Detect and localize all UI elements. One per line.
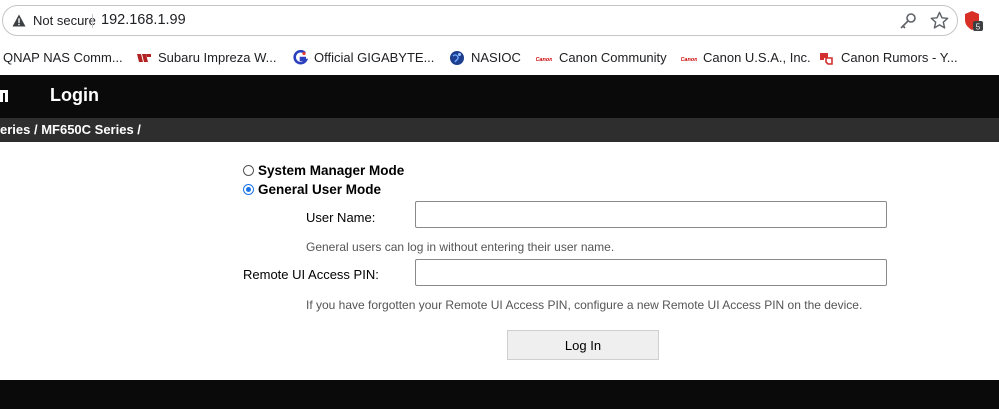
bookmark-subaru[interactable]: Subaru Impreza W... xyxy=(158,50,277,65)
user-name-label: User Name: xyxy=(306,210,376,225)
page-header: Login xyxy=(0,75,999,118)
page-footer xyxy=(0,380,999,409)
bookmark-gigabyte[interactable]: Official GIGABYTE... xyxy=(314,50,434,65)
page-title: Login xyxy=(50,85,99,105)
bookmark-canon-community[interactable]: Canon Community xyxy=(559,50,667,65)
breadcrumb-bar: eries / MF650C Series / xyxy=(0,118,999,142)
bookmarks-bar: QNAP NAS Comm... Subaru Impreza W... Off… xyxy=(0,42,999,75)
breadcrumb: eries / MF650C Series / xyxy=(0,122,141,137)
pin-hint: If you have forgotten your Remote UI Acc… xyxy=(306,298,863,312)
user-name-input[interactable] xyxy=(415,201,887,228)
canon-rumors-icon xyxy=(820,53,833,65)
user-name-hint: General users can log in without enterin… xyxy=(306,240,615,254)
general-user-mode-label: General User Mode xyxy=(258,182,382,197)
system-manager-mode-radio[interactable]: System Manager Mode xyxy=(243,163,404,178)
address-bar[interactable]: Not secure 192.168.1.99 xyxy=(2,5,958,36)
bookmark-nasioc[interactable]: NASIOC xyxy=(471,50,521,65)
canon-icon: Canon xyxy=(536,57,552,63)
nasioc-globe-icon xyxy=(450,51,464,65)
browser-toolbar: Not secure 192.168.1.99 5 xyxy=(0,0,999,42)
url-text[interactable]: 192.168.1.99 xyxy=(101,12,186,28)
gigabyte-icon xyxy=(293,50,308,65)
log-in-button[interactable]: Log In xyxy=(507,330,659,360)
extension-badge: 5 xyxy=(976,23,981,32)
canon-icon: Canon xyxy=(681,57,697,63)
bookmark-qnap[interactable]: QNAP NAS Comm... xyxy=(3,50,123,65)
radio-checked[interactable] xyxy=(243,184,254,195)
system-manager-mode-label: System Manager Mode xyxy=(258,163,405,178)
warning-icon[interactable] xyxy=(12,14,26,27)
login-form: System Manager Mode General User Mode Us… xyxy=(0,142,999,380)
pin-input[interactable] xyxy=(415,259,887,286)
bookmark-star-icon[interactable] xyxy=(930,11,949,30)
general-user-mode-radio[interactable]: General User Mode xyxy=(243,182,381,197)
svg-text:Canon: Canon xyxy=(536,57,552,63)
subaru-icon xyxy=(137,54,151,62)
bookmark-canon-rumors[interactable]: Canon Rumors - Y... xyxy=(841,50,958,65)
logo-fragment-icon xyxy=(0,90,8,102)
address-divider xyxy=(92,14,93,28)
key-icon[interactable] xyxy=(899,12,917,30)
svg-text:Canon: Canon xyxy=(681,57,697,63)
extension-shield-icon[interactable]: 5 xyxy=(963,10,983,32)
security-status[interactable]: Not secure xyxy=(33,13,96,28)
radio-unchecked[interactable] xyxy=(243,165,254,176)
pin-label: Remote UI Access PIN: xyxy=(243,267,379,282)
bookmark-canon-usa[interactable]: Canon U.S.A., Inc. xyxy=(703,50,811,65)
